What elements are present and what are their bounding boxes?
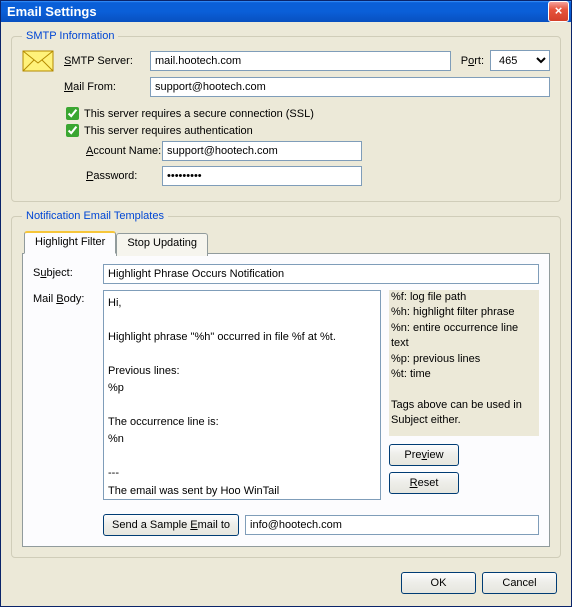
account-name-input[interactable] (162, 141, 362, 161)
ssl-label: This server requires a secure connection… (84, 108, 314, 120)
preview-button[interactable]: Preview (389, 444, 459, 466)
templates-legend: Notification Email Templates (22, 210, 168, 222)
dialog-content: SMTP Information SMTP Server: Port: (1, 22, 571, 606)
port-label: Port: (461, 55, 484, 67)
smtp-server-label: SMTP Server: (64, 55, 150, 67)
email-settings-dialog: Email Settings × SMTP Information (0, 0, 572, 607)
password-label: Password: (52, 170, 162, 182)
tab-stop-updating[interactable]: Stop Updating (116, 233, 208, 256)
subject-label: Subject: (33, 264, 103, 284)
smtp-legend: SMTP Information (22, 30, 118, 42)
smtp-information-group: SMTP Information SMTP Server: Port: (11, 30, 561, 202)
auth-checkbox[interactable] (66, 124, 79, 137)
window-title: Email Settings (7, 4, 97, 19)
account-name-label: Account Name: (52, 145, 162, 157)
send-sample-button[interactable]: Send a Sample Email to (103, 514, 239, 536)
dialog-buttons: OK Cancel (11, 566, 561, 598)
mail-from-input[interactable] (150, 77, 550, 97)
password-input[interactable] (162, 166, 362, 186)
cancel-button[interactable]: Cancel (482, 572, 557, 594)
ok-button[interactable]: OK (401, 572, 476, 594)
mail-body-label: Mail Body: (33, 290, 103, 500)
mail-from-label: Mail From: (64, 81, 150, 93)
port-select[interactable]: 465 (490, 50, 550, 71)
tab-highlight-filter[interactable]: Highlight Filter (24, 231, 116, 254)
titlebar: Email Settings × (1, 1, 571, 22)
template-tabs: Highlight Filter Stop Updating (24, 231, 550, 254)
mail-icon (22, 50, 54, 72)
ssl-checkbox[interactable] (66, 107, 79, 120)
tags-legend-text: %f: log file path %h: highlight filter p… (389, 290, 539, 436)
reset-button[interactable]: Reset (389, 472, 459, 494)
close-button[interactable]: × (548, 1, 569, 22)
tab-panel-highlight: Subject: Mail Body: %f: log file path %h… (22, 253, 550, 547)
sample-email-input[interactable] (245, 515, 539, 535)
auth-label: This server requires authentication (84, 125, 253, 137)
subject-input[interactable] (103, 264, 539, 284)
mail-body-textarea[interactable] (103, 290, 381, 500)
smtp-server-input[interactable] (150, 51, 451, 71)
close-icon: × (555, 3, 563, 18)
notification-templates-group: Notification Email Templates Highlight F… (11, 210, 561, 558)
